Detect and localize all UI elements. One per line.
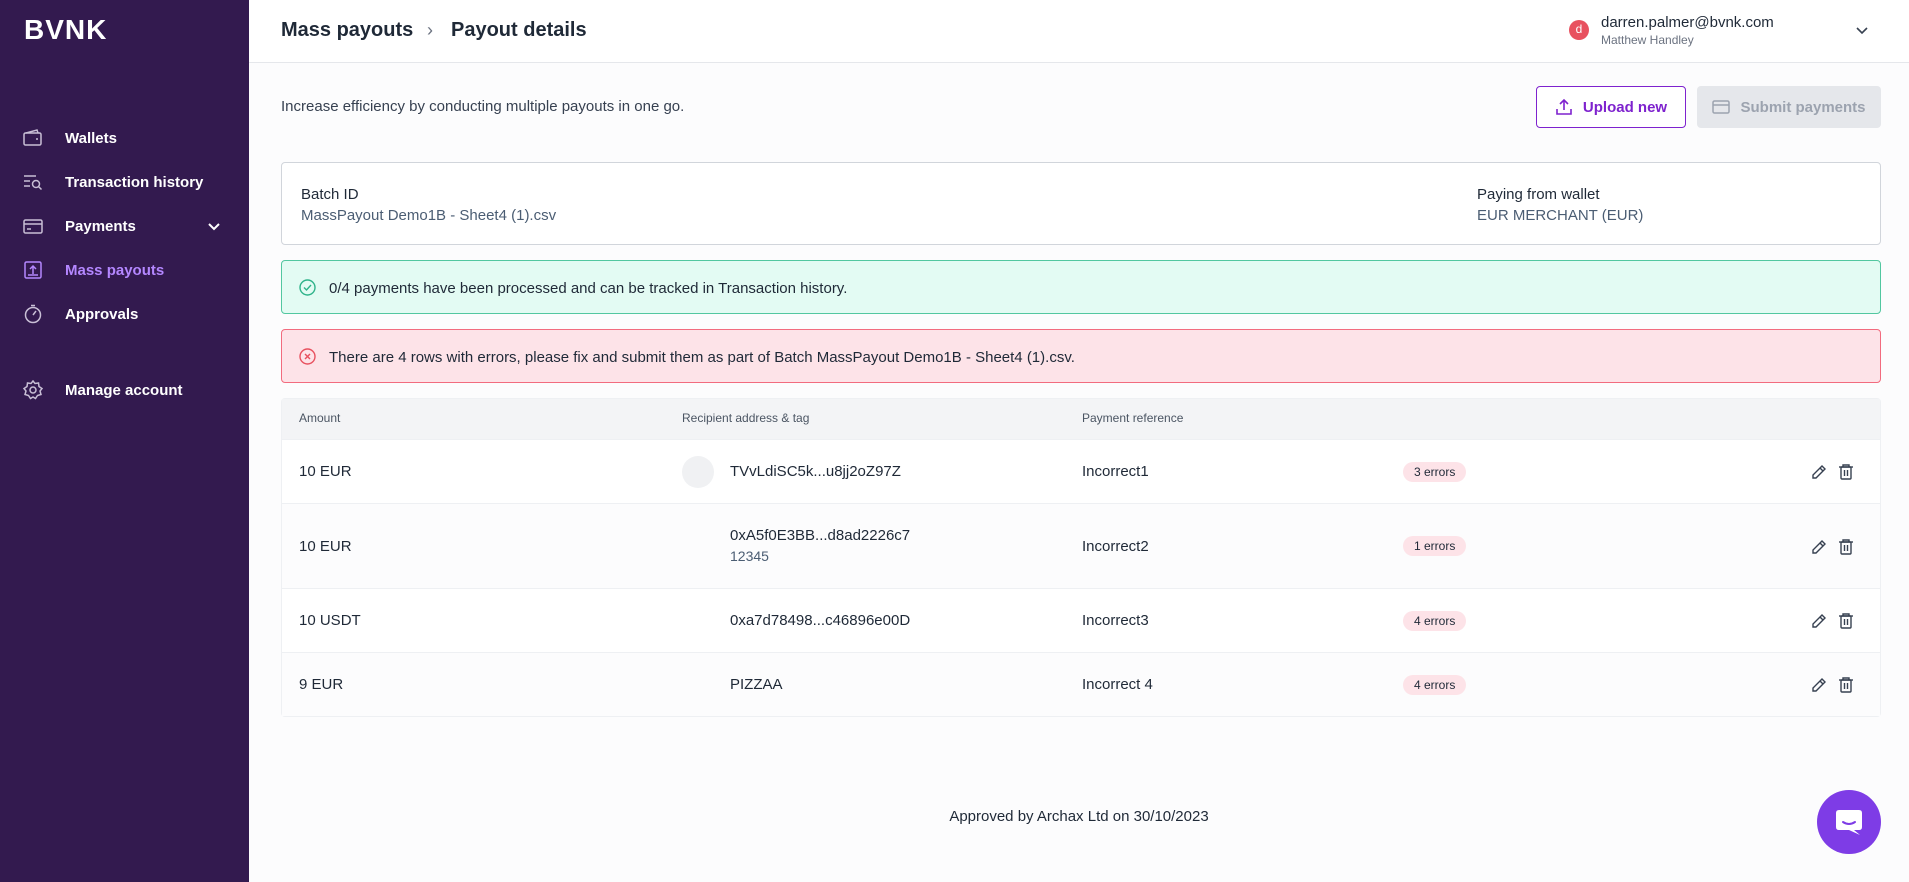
- avatar: d: [1569, 20, 1589, 40]
- top-header: Mass payouts › Payout details d darren.p…: [249, 0, 1909, 63]
- table-row[interactable]: 10 EUR TVvLdiSC5k...u8jj2oZ97Z Incorrect…: [282, 439, 1880, 503]
- recipient-address: PIZZAA: [730, 676, 783, 693]
- breadcrumb-separator: ›: [427, 20, 433, 40]
- payment-reference: Incorrect3: [1082, 612, 1149, 629]
- stopwatch-icon: [24, 304, 42, 324]
- paying-wallet-value: EUR MERCHANT (EUR): [1477, 207, 1644, 224]
- payment-reference: Incorrect2: [1082, 538, 1149, 555]
- table-header: Amount Recipient address & tag Payment r…: [282, 399, 1880, 439]
- amount-cell: 10 USDT: [299, 612, 361, 629]
- error-alert: There are 4 rows with errors, please fix…: [281, 329, 1881, 383]
- user-menu[interactable]: d darren.palmer@bvnk.com Matthew Handley: [1569, 12, 1889, 48]
- paying-wallet-label: Paying from wallet: [1477, 186, 1600, 203]
- sidebar-item-wallets[interactable]: Wallets: [0, 118, 249, 158]
- success-alert: 0/4 payments have been processed and can…: [281, 260, 1881, 314]
- column-header-recipient: Recipient address & tag: [682, 411, 810, 425]
- sidebar-item-label: Transaction history: [65, 173, 204, 191]
- sidebar-item-label: Wallets: [65, 129, 117, 147]
- success-message: 0/4 payments have been processed and can…: [329, 280, 848, 297]
- error-count-badge[interactable]: 4 errors: [1403, 611, 1467, 631]
- edit-icon[interactable]: [1810, 463, 1828, 481]
- sidebar-item-label: Mass payouts: [65, 261, 165, 279]
- sidebar: BVNK Wallets Transaction history Payment…: [0, 0, 249, 882]
- trash-icon[interactable]: [1838, 538, 1854, 556]
- recipient-address: TVvLdiSC5k...u8jj2oZ97Z: [730, 463, 901, 480]
- sidebar-item-label: Payments: [65, 217, 136, 235]
- sidebar-item-label: Manage account: [65, 381, 183, 399]
- batch-info-card: Batch ID MassPayout Demo1B - Sheet4 (1).…: [281, 162, 1881, 245]
- upload-box-icon: [24, 261, 42, 279]
- amount-cell: 10 EUR: [299, 538, 352, 555]
- sidebar-item-approvals[interactable]: Approvals: [0, 294, 249, 334]
- payment-reference: Incorrect1: [1082, 463, 1149, 480]
- intro-text: Increase efficiency by conducting multip…: [281, 98, 685, 115]
- recipient-address: 0xA5f0E3BB...d8ad2226c7: [730, 527, 911, 544]
- check-circle-icon: [299, 279, 316, 296]
- amount-cell: 10 EUR: [299, 463, 352, 480]
- upload-icon: [1556, 98, 1572, 115]
- error-count-badge[interactable]: 3 errors: [1403, 462, 1467, 482]
- error-count-badge[interactable]: 4 errors: [1403, 675, 1467, 695]
- chat-button[interactable]: [1817, 790, 1881, 854]
- sidebar-item-transaction-history[interactable]: Transaction history: [0, 162, 249, 202]
- card-icon: [1712, 100, 1731, 114]
- table-row[interactable]: 9 EUR PIZZAA Incorrect 4 4 errors: [282, 652, 1880, 716]
- batch-id-value: MassPayout Demo1B - Sheet4 (1).csv: [301, 207, 557, 224]
- user-email: darren.palmer@bvnk.com: [1601, 14, 1774, 31]
- user-name: Matthew Handley: [1601, 33, 1694, 47]
- edit-icon[interactable]: [1810, 538, 1828, 556]
- amount-cell: 9 EUR: [299, 676, 344, 693]
- sidebar-item-payments[interactable]: Payments: [0, 206, 249, 246]
- recipient-tag: 12345: [730, 548, 769, 564]
- trash-icon[interactable]: [1838, 463, 1854, 481]
- chevron-down-icon[interactable]: [1854, 22, 1870, 38]
- trash-icon[interactable]: [1838, 676, 1854, 694]
- payment-reference: Incorrect 4: [1082, 676, 1153, 693]
- submit-payments-button[interactable]: Submit payments: [1697, 86, 1881, 128]
- wallet-icon: [23, 129, 42, 146]
- recipient-avatar: [682, 456, 714, 488]
- column-header-amount: Amount: [299, 411, 341, 425]
- table-row[interactable]: 10 USDT 0xa7d78498...c46896e00D Incorrec…: [282, 588, 1880, 652]
- card-icon: [23, 219, 43, 234]
- trash-icon[interactable]: [1838, 612, 1854, 630]
- edit-icon[interactable]: [1810, 676, 1828, 694]
- error-circle-icon: [299, 348, 316, 365]
- gear-icon: [22, 380, 44, 400]
- bvnk-logo[interactable]: BVNK: [24, 14, 107, 46]
- upload-new-label: Upload new: [1582, 98, 1668, 116]
- column-header-reference: Payment reference: [1082, 411, 1184, 425]
- submit-payments-label: Submit payments: [1740, 98, 1866, 116]
- chat-bubble-icon: [1836, 810, 1862, 835]
- recipient-address: 0xa7d78498...c46896e00D: [730, 612, 911, 629]
- breadcrumb-mass-payouts[interactable]: Mass payouts: [281, 19, 413, 42]
- upload-new-button[interactable]: Upload new: [1536, 86, 1686, 128]
- batch-id-label: Batch ID: [301, 186, 359, 203]
- sidebar-item-mass-payouts[interactable]: Mass payouts: [0, 250, 249, 290]
- error-message: There are 4 rows with errors, please fix…: [329, 349, 1075, 366]
- approval-note: Approved by Archax Ltd on 30/10/2023: [949, 808, 1209, 825]
- table-row[interactable]: 10 EUR 0xA5f0E3BB...d8ad2226c7 12345 Inc…: [282, 503, 1880, 588]
- page-title: Payout details: [451, 19, 587, 41]
- chevron-down-icon[interactable]: [206, 218, 222, 234]
- search-list-icon: [24, 175, 43, 191]
- payouts-table: Amount Recipient address & tag Payment r…: [281, 398, 1881, 717]
- error-count-badge[interactable]: 1 errors: [1403, 536, 1467, 556]
- sidebar-item-manage-account[interactable]: Manage account: [0, 370, 249, 410]
- edit-icon[interactable]: [1810, 612, 1828, 630]
- sidebar-item-label: Approvals: [65, 305, 139, 323]
